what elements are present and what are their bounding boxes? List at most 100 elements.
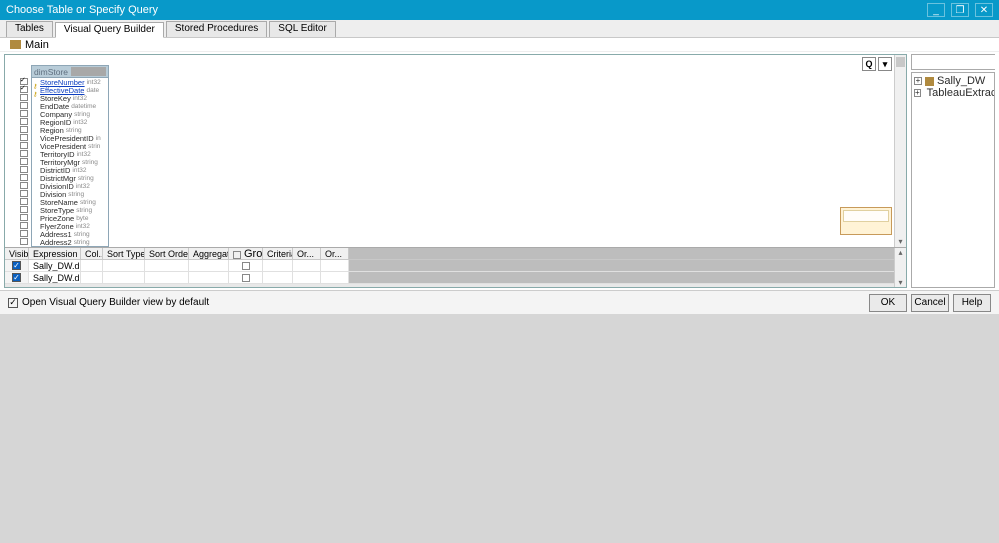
- field-checkbox[interactable]: [20, 198, 28, 205]
- field-checkbox[interactable]: [20, 182, 28, 189]
- grid-cell-criteria[interactable]: [263, 272, 293, 283]
- canvas-search-button[interactable]: Q: [862, 57, 876, 71]
- field-checkbox[interactable]: [20, 222, 28, 229]
- grid-header-col[interactable]: Col...: [81, 248, 103, 259]
- field-checkbox[interactable]: [20, 158, 28, 165]
- maximize-button[interactable]: ❐: [951, 3, 969, 17]
- field-checkbox[interactable]: [20, 190, 28, 197]
- field-checkbox[interactable]: [20, 110, 28, 117]
- field-icon: [33, 119, 39, 125]
- grid-cell-criteria[interactable]: [263, 260, 293, 271]
- grid-scrollbar-vertical[interactable]: ▴ ▾: [894, 248, 906, 287]
- table-card-dimstore[interactable]: dimStore (Sally_D... StoreNumberint32Eff…: [31, 65, 109, 247]
- grid-cell-sort-order[interactable]: [145, 260, 189, 271]
- table-card-fields: StoreNumberint32EffectiveDatedateStoreKe…: [32, 78, 108, 246]
- grid-header-expression[interactable]: Expression: [29, 248, 81, 259]
- tree-item[interactable]: +TableauExtracts: [914, 87, 992, 99]
- visible-checkbox[interactable]: [12, 261, 21, 270]
- schema-tree[interactable]: +Sally_DW+TableauExtracts: [911, 72, 995, 288]
- grid-cell-col[interactable]: [81, 260, 103, 271]
- grid-row[interactable]: Sally_DW.dbo.di...: [5, 260, 906, 272]
- grid-scroll-down-icon[interactable]: ▾: [895, 278, 906, 287]
- field-checkbox[interactable]: [20, 86, 28, 93]
- canvas-dropdown-button[interactable]: ▾: [878, 57, 892, 71]
- minimize-button[interactable]: _: [927, 3, 945, 17]
- grid-header-grouping[interactable]: Grouping: [229, 248, 263, 259]
- grid-cell-or[interactable]: [293, 260, 321, 271]
- tab-sql-editor[interactable]: SQL Editor: [269, 21, 336, 37]
- key-icon: [33, 87, 39, 93]
- grid-cell-or-2[interactable]: [321, 260, 349, 271]
- grouping-checkbox[interactable]: [242, 274, 250, 282]
- open-default-checkbox[interactable]: [8, 298, 18, 308]
- tab-visual-query-builder[interactable]: Visual Query Builder: [55, 22, 164, 38]
- visible-checkbox[interactable]: [12, 273, 21, 282]
- grid-cell-visible[interactable]: [5, 260, 29, 271]
- table-card-close-icon[interactable]: [71, 67, 106, 76]
- canvas-scrollbar-vertical[interactable]: ▾: [894, 55, 906, 247]
- grid-header-sort-order[interactable]: Sort Order: [145, 248, 189, 259]
- canvas-minimap[interactable]: [840, 207, 892, 235]
- grid-cell-grouping[interactable]: [229, 272, 263, 283]
- grid-cell-expression[interactable]: Sally_DW.dbo.di...: [29, 272, 81, 283]
- field-checkbox[interactable]: [20, 214, 28, 221]
- field-checkbox[interactable]: [20, 134, 28, 141]
- field-type: string: [82, 159, 98, 166]
- field-checkbox[interactable]: [20, 174, 28, 181]
- grid-cell-or-2[interactable]: [321, 272, 349, 283]
- grouping-header-checkbox[interactable]: [233, 251, 241, 259]
- help-button[interactable]: Help: [953, 294, 991, 312]
- grid-cell-visible[interactable]: [5, 272, 29, 283]
- field-checkbox[interactable]: [20, 206, 28, 213]
- grid-cell-sort-order[interactable]: [145, 272, 189, 283]
- field-checkbox[interactable]: [20, 142, 28, 149]
- field-checkbox[interactable]: [20, 230, 28, 237]
- field-checkbox[interactable]: [20, 238, 28, 245]
- field-checkbox[interactable]: [20, 94, 28, 101]
- grid-cell-aggregate[interactable]: [189, 272, 229, 283]
- field-icon: [33, 207, 39, 213]
- tree-expand-icon[interactable]: +: [914, 77, 922, 85]
- grid-cell-col[interactable]: [81, 272, 103, 283]
- field-type: int32: [73, 95, 87, 102]
- field-checkbox[interactable]: [20, 166, 28, 173]
- grid-cell-filler: [349, 272, 906, 283]
- field-checkbox[interactable]: [20, 118, 28, 125]
- field-checkbox[interactable]: [20, 150, 28, 157]
- field-type: strin: [88, 143, 100, 150]
- schema-search-input[interactable]: [912, 55, 999, 69]
- tree-item[interactable]: +Sally_DW: [914, 75, 992, 87]
- field-row[interactable]: Address2string: [32, 238, 108, 246]
- grid-scroll-up-icon[interactable]: ▴: [895, 248, 906, 257]
- field-icon: [33, 151, 39, 157]
- field-type: in: [96, 135, 101, 142]
- scrollbar-thumb[interactable]: [896, 57, 905, 67]
- titlebar: Choose Table or Specify Query _ ❐ ✕: [0, 0, 999, 20]
- grouping-checkbox[interactable]: [242, 262, 250, 270]
- cancel-button[interactable]: Cancel: [911, 294, 949, 312]
- close-button[interactable]: ✕: [975, 3, 993, 17]
- ok-button[interactable]: OK: [869, 294, 907, 312]
- field-checkbox[interactable]: [20, 102, 28, 109]
- grid-cell-expression[interactable]: Sally_DW.dbo.di...: [29, 260, 81, 271]
- grid-header-visible[interactable]: Visible: [5, 248, 29, 259]
- grid-cell-or[interactable]: [293, 272, 321, 283]
- field-icon: [33, 223, 39, 229]
- grid-cell-sort-type[interactable]: [103, 260, 145, 271]
- tree-expand-icon[interactable]: +: [914, 89, 921, 97]
- grid-header-criteria[interactable]: Criteria: [263, 248, 293, 259]
- grid-cell-aggregate[interactable]: [189, 260, 229, 271]
- tab-tables[interactable]: Tables: [6, 21, 53, 37]
- grid-cell-grouping[interactable]: [229, 260, 263, 271]
- scrollbar-down-icon[interactable]: ▾: [895, 235, 906, 247]
- grid-cell-sort-type[interactable]: [103, 272, 145, 283]
- grid-header-or-2[interactable]: Or...: [321, 248, 349, 259]
- grid-header-aggregate[interactable]: Aggregate: [189, 248, 229, 259]
- field-checkbox[interactable]: [20, 126, 28, 133]
- grid-header-sort-type[interactable]: Sort Type: [103, 248, 145, 259]
- grid-header-or[interactable]: Or...: [293, 248, 321, 259]
- tab-stored-procedures[interactable]: Stored Procedures: [166, 21, 267, 37]
- grid-row[interactable]: Sally_DW.dbo.di...: [5, 272, 906, 284]
- table-card-header[interactable]: dimStore (Sally_D...: [32, 66, 108, 78]
- query-canvas[interactable]: Q ▾ dimStore (Sally_D... StoreNumberint3…: [5, 55, 906, 247]
